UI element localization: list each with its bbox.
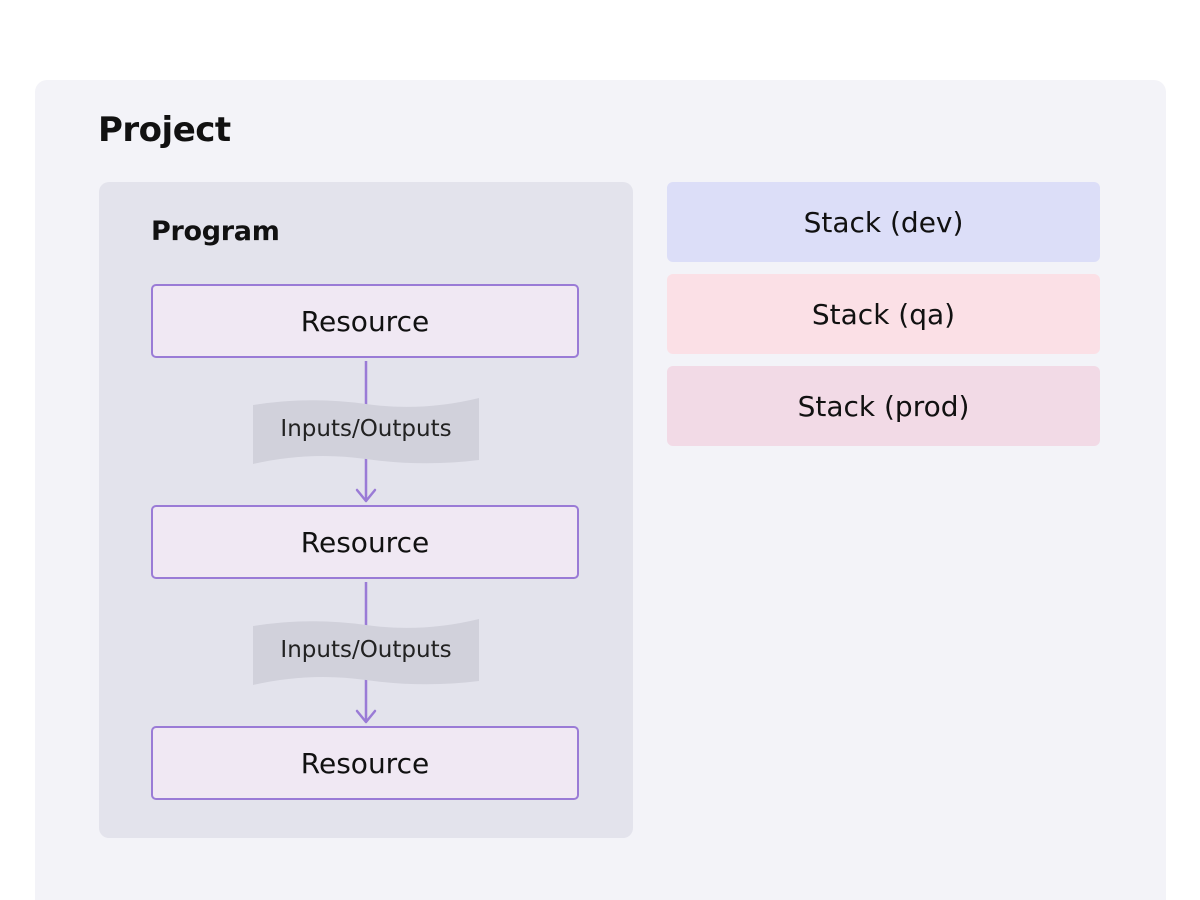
io-label: Inputs/Outputs	[280, 416, 452, 442]
program-title: Program	[151, 216, 280, 247]
project-title: Project	[98, 110, 231, 150]
diagram-canvas: Project Program Resource Inputs/Outputs …	[0, 0, 1200, 900]
stack-qa: Stack (qa)	[667, 274, 1100, 354]
stack-dev: Stack (dev)	[667, 182, 1100, 262]
stack-prod: Stack (prod)	[667, 366, 1100, 446]
resource-node: Resource	[151, 726, 579, 800]
io-label: Inputs/Outputs	[280, 637, 452, 663]
resource-node: Resource	[151, 505, 579, 579]
resource-node: Resource	[151, 284, 579, 358]
